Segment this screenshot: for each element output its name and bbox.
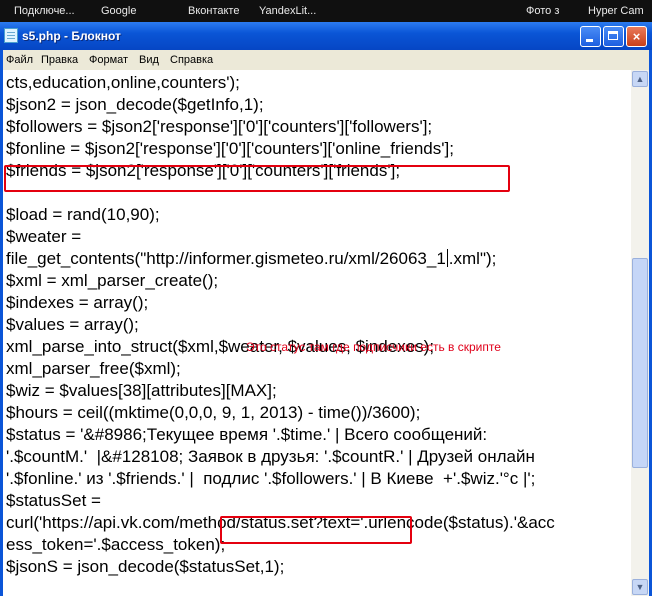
code-line-segment: file_get_contents("http://informer.gisme…: [6, 249, 446, 268]
menu-view[interactable]: Вид: [139, 50, 159, 70]
menu-edit[interactable]: Правка: [41, 50, 78, 70]
code-line: $values = array();: [6, 315, 139, 334]
code-line: $fonline = $json2['response']['0']['coun…: [6, 139, 454, 158]
code-line: $hours = ceil((mktime(0,0,0, 9, 1, 2013)…: [6, 403, 421, 422]
code-line: $json2 = json_decode($getInfo,1);: [6, 95, 264, 114]
close-button[interactable]: ×: [626, 26, 647, 47]
maximize-button[interactable]: [603, 26, 624, 47]
highlight-box-followers-line: [4, 165, 510, 192]
menu-bar: Файл Правка Формат Вид Справка: [3, 50, 649, 70]
taskbar: Подключе... Google Вконтакте YandexLit..…: [0, 0, 652, 22]
menu-help[interactable]: Справка: [170, 50, 213, 70]
code-line-segment: .xml");: [448, 249, 497, 268]
code-text: cts,education,online,counters'); $json2 =…: [6, 72, 555, 578]
text-editor[interactable]: cts,education,online,counters'); $json2 =…: [3, 70, 631, 596]
code-line: cts,education,online,counters');: [6, 73, 240, 92]
code-line: $followers = $json2['response']['0']['co…: [6, 117, 433, 136]
code-line: $wiz = $values[38][attributes][MAX];: [6, 381, 277, 400]
code-line: $load = rand(10,90);: [6, 205, 160, 224]
menu-format[interactable]: Формат: [89, 50, 128, 70]
taskbar-item-hypercam[interactable]: Hyper Cam: [588, 0, 644, 22]
title-bar[interactable]: s5.php - Блокнот ×: [0, 22, 652, 50]
minimize-button[interactable]: [580, 26, 601, 47]
taskbar-item-yandex[interactable]: YandexLit...: [259, 0, 316, 22]
taskbar-item-vkontakte[interactable]: Вконтакте: [188, 0, 239, 22]
window-title: s5.php - Блокнот: [22, 29, 121, 43]
notepad-icon: [4, 28, 18, 43]
highlight-box-followers-status: [220, 516, 412, 544]
scroll-up-button[interactable]: ▲: [632, 71, 648, 87]
code-line: $indexes = array();: [6, 293, 149, 312]
code-line: $status = '&#8986;Текущее время '.$time.…: [6, 425, 488, 444]
scroll-thumb[interactable]: [632, 258, 648, 468]
code-line: xml_parser_free($xml);: [6, 359, 181, 378]
taskbar-item-photo[interactable]: Фото з: [526, 0, 559, 22]
text-caret: [446, 249, 448, 267]
scroll-down-button[interactable]: ▼: [632, 579, 648, 595]
taskbar-item-connection[interactable]: Подключе...: [14, 0, 75, 22]
code-line-with-caret: file_get_contents("http://informer.gisme…: [6, 248, 555, 270]
vertical-scrollbar[interactable]: ▲ ▼: [631, 70, 649, 596]
code-line: '.$fonline.' из '.$friends.' | подлис '.…: [6, 469, 536, 488]
code-line: $xml = xml_parser_create();: [6, 271, 219, 290]
annotation-note: Это статус там где подписчики есть в скр…: [246, 340, 501, 354]
code-line: $statusSet =: [6, 491, 101, 510]
code-line: $jsonS = json_decode($statusSet,1);: [6, 557, 285, 576]
notepad-window: s5.php - Блокнот × Файл Правка Формат Ви…: [0, 22, 652, 596]
code-line: $weater =: [6, 227, 82, 246]
code-line: '.$countM.' |&#128108; Заявок в друзья: …: [6, 447, 535, 466]
taskbar-item-google[interactable]: Google: [101, 0, 136, 22]
menu-file[interactable]: Файл: [6, 50, 33, 70]
